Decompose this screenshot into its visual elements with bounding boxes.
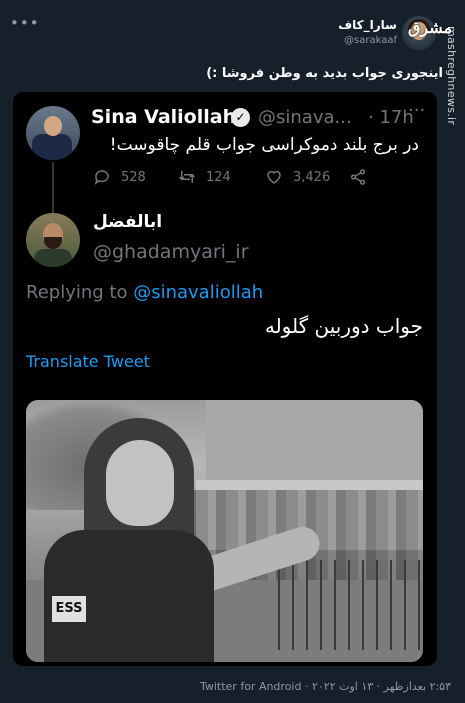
retweet-icon bbox=[178, 171, 196, 183]
retweet-action: 124 bbox=[178, 168, 231, 186]
original-timestamp: · 17h bbox=[368, 107, 414, 128]
share-action bbox=[349, 168, 367, 186]
translate-tweet-link: Translate Tweet bbox=[26, 352, 150, 371]
like-action: 3,426 bbox=[265, 168, 330, 186]
quote-author-name: ابالفضل bbox=[93, 212, 163, 232]
quote-author-handle: @ghadamyari_ir bbox=[93, 241, 249, 263]
replying-prefix: Replying to bbox=[26, 282, 134, 303]
quote-tweet-text: جواب دوربین گلوله bbox=[264, 314, 423, 338]
reply-action: 528 bbox=[93, 168, 146, 186]
tweet-photo: ESS bbox=[26, 400, 423, 662]
original-more-icon: ··· bbox=[408, 100, 426, 121]
share-icon bbox=[350, 169, 366, 185]
tweet-text: اینجوری جواب بدید به وطن فروشا :) bbox=[206, 66, 443, 81]
original-author-name: Sina Valiollah bbox=[91, 106, 237, 128]
replying-to: Replying to @sinavaliollah bbox=[26, 282, 263, 303]
press-label: ESS bbox=[52, 596, 86, 622]
quote-avatar bbox=[26, 213, 80, 267]
reply-count: 528 bbox=[121, 169, 146, 185]
more-options-icon[interactable]: ••• bbox=[10, 14, 40, 32]
author-handle[interactable]: @sarakaaf bbox=[344, 35, 397, 46]
original-author-handle: @sinava... bbox=[258, 107, 352, 128]
like-count: 3,426 bbox=[293, 169, 331, 185]
thread-line bbox=[52, 162, 54, 214]
embedded-screenshot[interactable]: Sina Valiollah ✓ @sinava... · 17h ··· در… bbox=[13, 92, 437, 666]
verified-icon: ✓ bbox=[231, 108, 250, 127]
original-tweet-text: در برج بلند دموکراسی جواب قلم چاقوست! bbox=[109, 135, 419, 155]
reply-icon bbox=[94, 170, 109, 185]
tweet-timestamp-source: ۲:۵۳ بعدازظهر · ۱۳ اوت ۲۰۲۲ · Twitter fo… bbox=[199, 680, 451, 693]
retweet-count: 124 bbox=[206, 169, 231, 185]
replying-mention: @sinavaliollah bbox=[133, 282, 264, 303]
heart-icon bbox=[267, 170, 281, 184]
original-avatar bbox=[26, 106, 80, 160]
author-name[interactable]: سارا_کاف bbox=[338, 18, 397, 32]
